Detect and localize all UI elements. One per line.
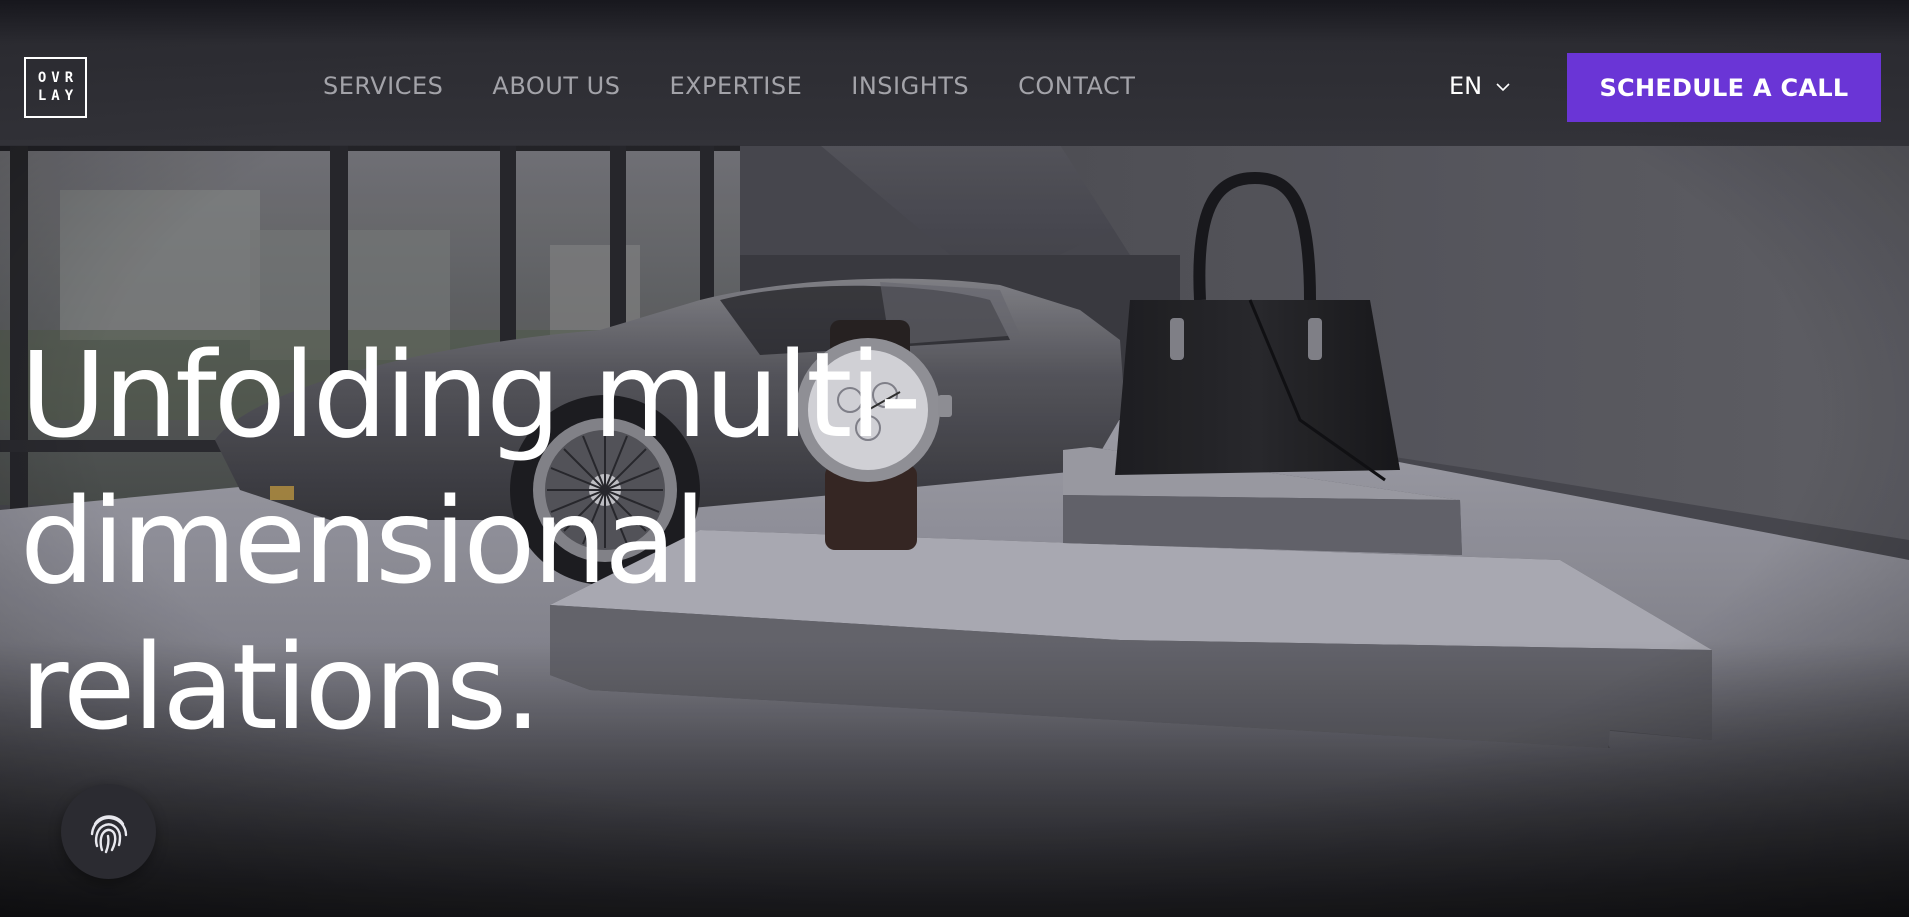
nav-item-insights[interactable]: INSIGHTS bbox=[851, 70, 969, 102]
site-header: OVR LAY SERVICES ABOUT US EXPERTISE INSI… bbox=[0, 0, 1909, 146]
logo-line-2: LAY bbox=[37, 88, 79, 104]
chevron-down-icon bbox=[1496, 83, 1510, 92]
nav-item-expertise[interactable]: EXPERTISE bbox=[669, 70, 802, 102]
headline-line-1: Unfolding multi- bbox=[20, 326, 922, 464]
headline-line-2: dimensional bbox=[20, 472, 706, 610]
language-label: EN bbox=[1449, 72, 1483, 100]
schedule-call-button[interactable]: SCHEDULE A CALL bbox=[1567, 53, 1881, 122]
language-selector[interactable]: EN bbox=[1449, 70, 1510, 102]
logo-line-1: OVR bbox=[37, 70, 79, 86]
main-nav: SERVICES ABOUT US EXPERTISE INSIGHTS CON… bbox=[323, 70, 1184, 102]
nav-item-contact[interactable]: CONTACT bbox=[1018, 70, 1135, 102]
nav-item-services[interactable]: SERVICES bbox=[323, 70, 443, 102]
ovrlay-logo[interactable]: OVR LAY bbox=[24, 57, 87, 118]
hero-headline: Unfolding multi- dimensional relations. bbox=[20, 322, 1120, 760]
headline-line-3: relations. bbox=[20, 618, 542, 756]
fingerprint-icon bbox=[90, 814, 127, 853]
nav-item-about-us[interactable]: ABOUT US bbox=[492, 70, 620, 102]
fingerprint-button[interactable] bbox=[61, 784, 156, 879]
